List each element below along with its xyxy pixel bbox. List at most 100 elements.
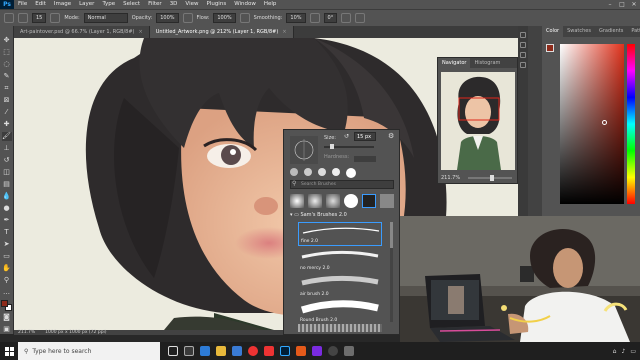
tab-gradients[interactable]: Gradients	[595, 26, 627, 37]
eraser-tool-icon[interactable]: ◫	[2, 168, 12, 177]
scroll-thumb[interactable]	[390, 222, 393, 248]
brush-size-chip[interactable]: 15	[32, 13, 47, 23]
brush-folder[interactable]: ▾ ▭ Sam's Brushes 2.0	[290, 212, 347, 218]
pen-tool-icon[interactable]: ✒	[2, 216, 12, 225]
tab-histogram[interactable]: Histogram	[470, 58, 504, 68]
lasso-tool-icon[interactable]: ◌	[2, 60, 12, 69]
tab-art-paintover[interactable]: Art-paintover.psd @ 66.7% (Layer 1, RGB/…	[14, 26, 150, 38]
settings-app-icon[interactable]	[328, 346, 338, 356]
quick-mask-icon[interactable]: ◙	[2, 313, 12, 322]
brush-tip-3[interactable]	[326, 194, 340, 208]
slider-handle[interactable]	[330, 144, 334, 149]
brush-item-round-brush[interactable]: Round Brush 2.0	[298, 300, 382, 324]
tab-patterns[interactable]: Patterns	[627, 26, 640, 37]
smoothing-input[interactable]: 10%	[286, 13, 306, 23]
recent-brush-2[interactable]	[304, 168, 312, 176]
crop-tool-icon[interactable]: ⌗	[2, 84, 12, 93]
file-explorer-icon[interactable]	[216, 346, 226, 356]
chrome-icon[interactable]	[248, 346, 258, 356]
brush-tip-4[interactable]	[344, 194, 358, 208]
cube-app-icon[interactable]	[344, 346, 354, 356]
network-icon[interactable]: ⌂	[613, 348, 617, 355]
size-input[interactable]: 15 px	[354, 132, 376, 141]
slider-handle[interactable]	[490, 175, 494, 181]
symmetry-icon[interactable]	[355, 13, 366, 23]
brush-tool-icon[interactable]: 🖌	[1, 132, 12, 141]
flow-input[interactable]: 100%	[213, 13, 236, 23]
brush-item-air-brush[interactable]: air brush 2.0	[298, 274, 382, 298]
path-select-icon[interactable]: ➤	[2, 240, 12, 249]
dodge-tool-icon[interactable]: ●	[2, 204, 12, 213]
obs-icon[interactable]	[312, 346, 322, 356]
reset-size-icon[interactable]: ↺	[344, 133, 349, 140]
media-app-icon[interactable]	[296, 346, 306, 356]
task-view-icon[interactable]	[184, 346, 194, 356]
paragraph-icon[interactable]	[520, 62, 526, 68]
hue-slider[interactable]	[627, 44, 635, 204]
brush-item-fine[interactable]: fine 2.0	[298, 222, 382, 246]
pressure-size-icon[interactable]	[341, 13, 352, 23]
properties-icon[interactable]	[520, 42, 526, 48]
type-tool-icon[interactable]: T	[2, 228, 12, 237]
healing-tool-icon[interactable]: ✚	[2, 120, 12, 129]
size-slider[interactable]	[324, 144, 374, 149]
minimize-icon[interactable]: –	[604, 1, 616, 8]
eyedropper-tool-icon[interactable]: ⁄	[2, 108, 12, 117]
foreground-color-swatch[interactable]	[0, 300, 8, 307]
quick-select-tool-icon[interactable]: ✎	[2, 72, 12, 81]
recent-brush-3[interactable]	[318, 168, 326, 176]
adjustments-icon[interactable]	[520, 52, 526, 58]
navigator-zoom-slider[interactable]	[468, 175, 512, 181]
edge-icon[interactable]	[200, 346, 210, 356]
brush-item-texture[interactable]	[298, 324, 382, 332]
foreground-color-swatch[interactable]	[546, 44, 554, 52]
color-field[interactable]	[560, 44, 624, 204]
pressure-opacity-icon[interactable]	[182, 13, 193, 23]
chevron-down-icon[interactable]: ▾	[290, 212, 293, 218]
menu-plugins[interactable]: Plugins	[202, 0, 230, 9]
gradient-tool-icon[interactable]: ▤	[2, 180, 12, 189]
brush-angle-preview[interactable]	[290, 136, 318, 164]
menu-help[interactable]: Help	[260, 0, 281, 9]
volume-icon[interactable]: ♪	[621, 348, 625, 355]
tab-color[interactable]: Color	[542, 26, 564, 37]
taskbar-search-input[interactable]: ⚲ Type here to search	[18, 342, 160, 360]
recent-brush-4[interactable]	[332, 168, 340, 176]
history-icon[interactable]	[520, 32, 526, 38]
navigator-thumbnail[interactable]	[441, 72, 515, 170]
brush-preset-icon[interactable]	[18, 13, 28, 23]
smoothing-settings-icon[interactable]	[309, 13, 320, 23]
more-tools-icon[interactable]: …	[2, 288, 12, 297]
color-swatches[interactable]	[0, 300, 13, 311]
brush-tip-6[interactable]	[380, 194, 394, 208]
start-button[interactable]	[0, 342, 18, 360]
mode-select[interactable]: Normal	[83, 13, 128, 23]
shape-tool-icon[interactable]: ▭	[2, 252, 12, 261]
menu-window[interactable]: Window	[230, 0, 260, 9]
brush-tip-5[interactable]	[362, 194, 376, 208]
gear-icon[interactable]: ⚙	[388, 132, 394, 140]
photoshop-taskbar-icon[interactable]	[280, 346, 290, 356]
navigator-zoom[interactable]: 211.7%	[441, 175, 460, 181]
blur-tool-icon[interactable]: 💧	[2, 192, 12, 201]
menu-image[interactable]: Image	[50, 0, 75, 9]
screen-mode-icon[interactable]: ▣	[2, 325, 12, 334]
recent-brush-5[interactable]	[346, 168, 356, 178]
frame-tool-icon[interactable]: ⊠	[2, 96, 12, 105]
menu-type[interactable]: Type	[98, 0, 119, 9]
angle-input[interactable]: 0°	[323, 13, 338, 23]
menu-select[interactable]: Select	[119, 0, 144, 9]
close-icon[interactable]: ×	[282, 29, 286, 35]
hardness-input[interactable]	[354, 156, 376, 162]
zoom-tool-icon[interactable]: ⚲	[2, 276, 12, 285]
brush-list-scrollbar[interactable]	[390, 222, 393, 322]
marquee-tool-icon[interactable]: ⬚	[2, 48, 12, 57]
close-icon[interactable]: ✕	[628, 1, 640, 8]
cortana-icon[interactable]	[168, 346, 178, 356]
hand-tool-icon[interactable]: ✋	[2, 264, 12, 273]
brush-search-input[interactable]: Search Brushes	[290, 180, 394, 189]
close-icon[interactable]: ×	[139, 29, 143, 35]
menu-filter[interactable]: Filter	[144, 0, 166, 9]
brush-item-no-mercy[interactable]: no mercy 2.0	[298, 248, 382, 272]
tab-navigator[interactable]: Navigator	[438, 58, 471, 68]
